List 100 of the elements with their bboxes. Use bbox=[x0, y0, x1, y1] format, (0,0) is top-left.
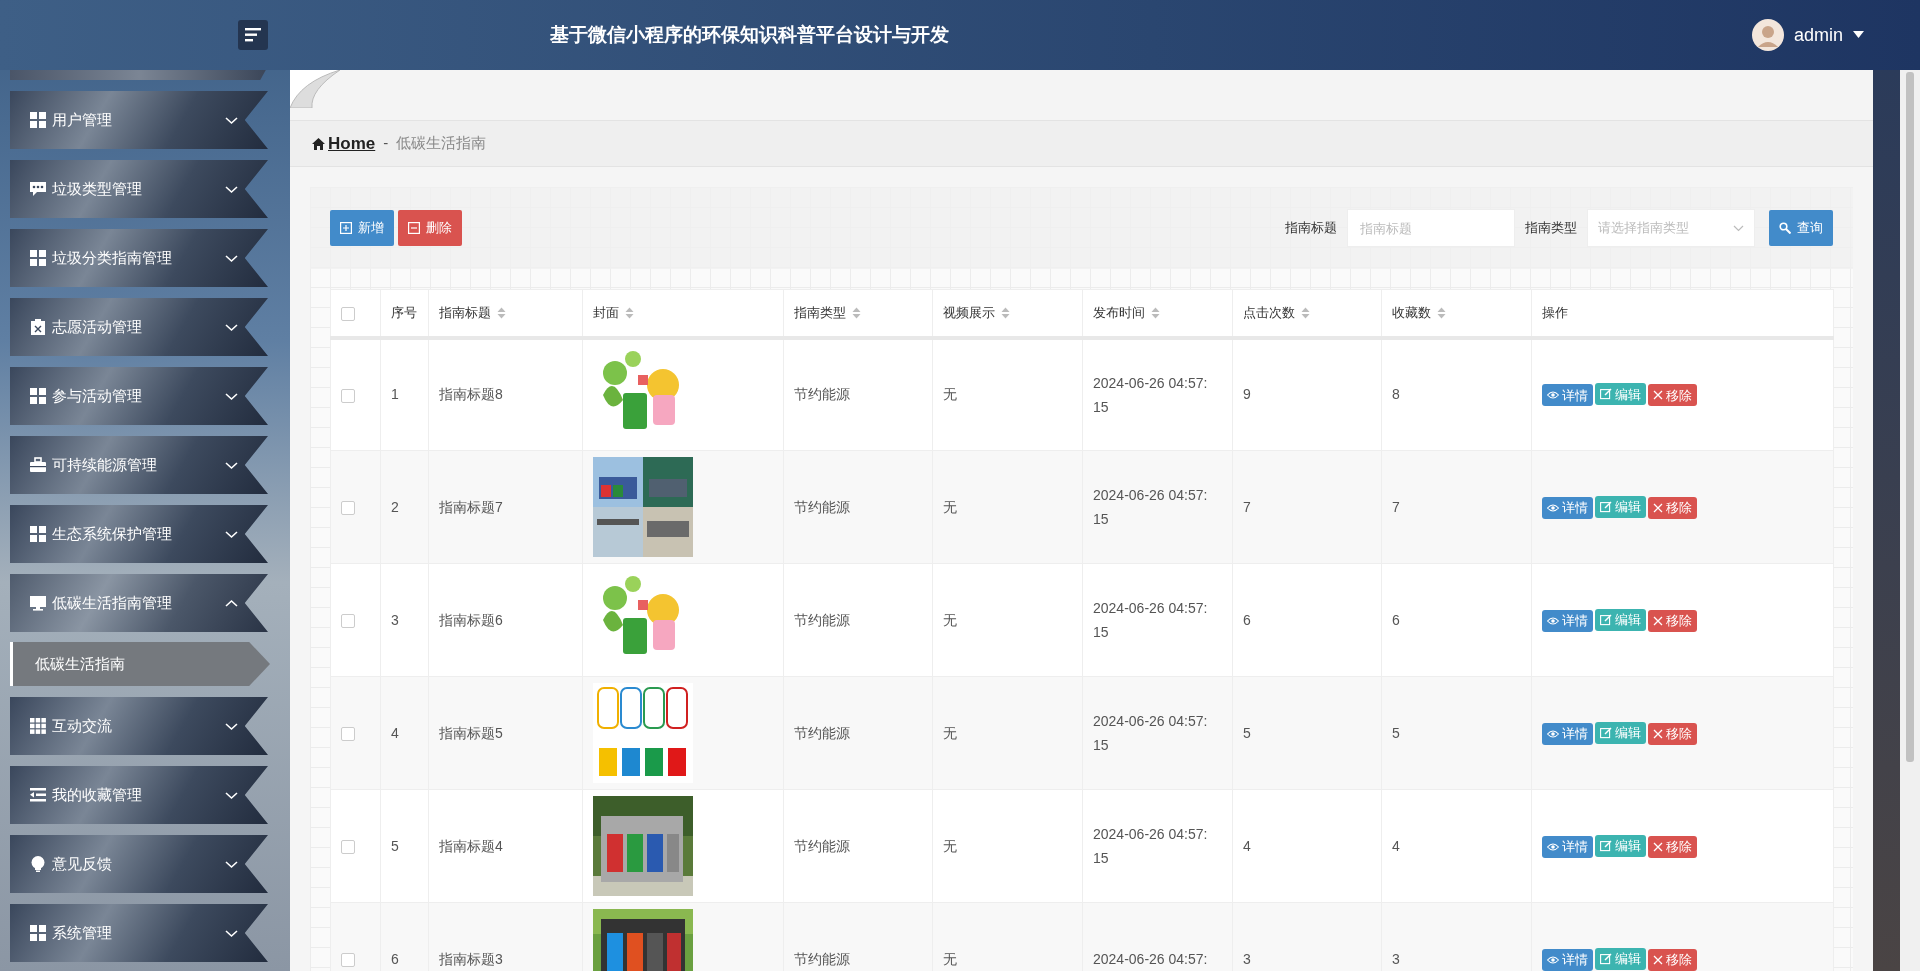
table-cell: 无 bbox=[943, 724, 957, 741]
close-icon bbox=[1653, 390, 1663, 401]
grid-icon bbox=[30, 718, 46, 734]
checkbox[interactable] bbox=[341, 306, 355, 321]
table-cell: 指南标题4 bbox=[439, 837, 503, 854]
caret-icon bbox=[1853, 31, 1864, 39]
remove-button[interactable]: 移除 bbox=[1648, 948, 1697, 971]
checkbox[interactable] bbox=[341, 500, 355, 515]
user-menu[interactable]: admin bbox=[1745, 18, 1870, 52]
table-cell: 5 bbox=[1243, 724, 1251, 741]
scrollbar[interactable] bbox=[1900, 70, 1920, 971]
table-cell: 无 bbox=[943, 386, 957, 403]
table-cell: 指南标题8 bbox=[439, 386, 503, 403]
edit-button[interactable]: 编辑 bbox=[1595, 721, 1646, 744]
edit-button[interactable]: 编辑 bbox=[1595, 495, 1646, 518]
close-icon bbox=[1653, 728, 1663, 739]
column-header: 操作 bbox=[1542, 304, 1568, 322]
delete-button[interactable]: 删除 bbox=[398, 210, 462, 246]
table-cell: 6 bbox=[1243, 611, 1251, 628]
menu-item[interactable]: 生态系统保护管理 bbox=[10, 505, 268, 563]
remove-button[interactable]: 移除 bbox=[1648, 835, 1697, 858]
menu-item[interactable]: 垃圾类型管理 bbox=[10, 160, 268, 218]
chevron-down-icon bbox=[225, 529, 238, 539]
details-button[interactable]: 详情 bbox=[1542, 948, 1593, 971]
submenu-item[interactable]: 低碳生活指南 bbox=[10, 642, 270, 686]
menu-button[interactable] bbox=[238, 20, 268, 50]
column-header: 封面 bbox=[593, 304, 619, 322]
checkbox[interactable] bbox=[341, 726, 355, 741]
breadcrumb-separator: - bbox=[383, 133, 389, 154]
close-icon bbox=[1653, 502, 1663, 513]
details-button[interactable]: 详情 bbox=[1542, 609, 1593, 632]
remove-button[interactable]: 移除 bbox=[1648, 609, 1697, 632]
input-field[interactable]: 指南标题 bbox=[1347, 209, 1515, 247]
clipboard-icon bbox=[30, 319, 46, 335]
remove-button[interactable]: 移除 bbox=[1648, 384, 1697, 407]
table-cell: 节约能源 bbox=[794, 837, 850, 854]
column-header: 视频展示 bbox=[943, 304, 995, 322]
minus-square-icon bbox=[408, 222, 420, 234]
table-cell: 3 bbox=[1243, 950, 1251, 967]
edit-button[interactable]: 编辑 bbox=[1595, 947, 1646, 970]
table-cell: 4 bbox=[391, 724, 399, 741]
menu-item[interactable]: 意见反馈 bbox=[10, 835, 268, 893]
remove-button[interactable]: 移除 bbox=[1648, 496, 1697, 519]
column-header: 收藏数 bbox=[1392, 304, 1431, 322]
grid-icon bbox=[30, 112, 46, 128]
table-cell: 无 bbox=[943, 950, 957, 967]
chat-icon bbox=[30, 181, 46, 197]
edit-button[interactable]: 编辑 bbox=[1595, 608, 1646, 631]
menu-item[interactable]: 用户管理 bbox=[10, 91, 268, 149]
table-cell: 7 bbox=[1243, 498, 1251, 515]
edit-icon bbox=[1600, 613, 1612, 626]
menu-item[interactable]: 参与活动管理 bbox=[10, 367, 268, 425]
chevron-down-icon bbox=[225, 721, 238, 731]
plus-square-icon bbox=[340, 222, 352, 234]
details-button[interactable]: 详情 bbox=[1542, 722, 1593, 745]
table-cell: 6 bbox=[1392, 611, 1400, 628]
menu-item[interactable]: 系统管理 bbox=[10, 904, 268, 962]
table-cell: 无 bbox=[943, 837, 957, 854]
edit-button[interactable]: 编辑 bbox=[1595, 834, 1646, 857]
table-cell: 2 bbox=[391, 498, 399, 515]
remove-button[interactable]: 移除 bbox=[1648, 722, 1697, 745]
checkbox[interactable] bbox=[341, 388, 355, 403]
menu-item[interactable]: 互动交流 bbox=[10, 697, 268, 755]
table-cell-text: 2024-06-26 04:57:15 bbox=[1093, 486, 1209, 529]
table-cell: 8 bbox=[1392, 386, 1400, 403]
menu-item[interactable]: 志愿活动管理 bbox=[10, 298, 268, 356]
table-cell: 节约能源 bbox=[794, 611, 850, 628]
menu-icon bbox=[245, 28, 261, 42]
chevron-down-icon bbox=[225, 184, 238, 194]
menu-item[interactable]: 我的收藏管理 bbox=[10, 766, 268, 824]
column-header: 序号 bbox=[391, 304, 417, 322]
checkbox[interactable] bbox=[341, 952, 355, 967]
table-cell: 4 bbox=[1392, 837, 1400, 854]
checkbox[interactable] bbox=[341, 839, 355, 854]
select-field[interactable]: 请选择指南类型 bbox=[1587, 209, 1755, 247]
table-cell: 指南标题3 bbox=[439, 950, 503, 967]
checkbox[interactable] bbox=[341, 613, 355, 628]
search-button[interactable]: 查询 bbox=[1769, 210, 1833, 246]
grid-icon bbox=[30, 250, 46, 266]
menu-item[interactable]: 低碳生活指南管理 bbox=[10, 574, 268, 632]
edit-icon bbox=[1600, 388, 1612, 401]
edit-button[interactable]: 编辑 bbox=[1595, 383, 1646, 406]
chevron-down-icon bbox=[225, 115, 238, 125]
details-button[interactable]: 详情 bbox=[1542, 384, 1593, 407]
table-cell: 指南标题7 bbox=[439, 498, 503, 515]
search-icon bbox=[1779, 222, 1791, 234]
menu-item[interactable]: 垃圾分类指南管理 bbox=[10, 229, 268, 287]
menu-item[interactable]: 可持续能源管理 bbox=[10, 436, 268, 494]
close-icon bbox=[1653, 841, 1663, 852]
eye-icon bbox=[1547, 728, 1559, 739]
close-icon bbox=[1653, 615, 1663, 626]
table-cell: 3 bbox=[1392, 950, 1400, 967]
close-icon bbox=[1653, 954, 1663, 965]
breadcrumb-home-link[interactable]: Home bbox=[312, 130, 376, 157]
add-button[interactable]: 新增 bbox=[330, 210, 394, 246]
table-cell-text: 2024-06-26 04:57: bbox=[1093, 950, 1209, 969]
table-cell-text: 2024-06-26 04:57:15 bbox=[1093, 599, 1209, 642]
details-button[interactable]: 详情 bbox=[1542, 835, 1593, 858]
details-button[interactable]: 详情 bbox=[1542, 496, 1593, 519]
table-cell: 5 bbox=[391, 837, 399, 854]
